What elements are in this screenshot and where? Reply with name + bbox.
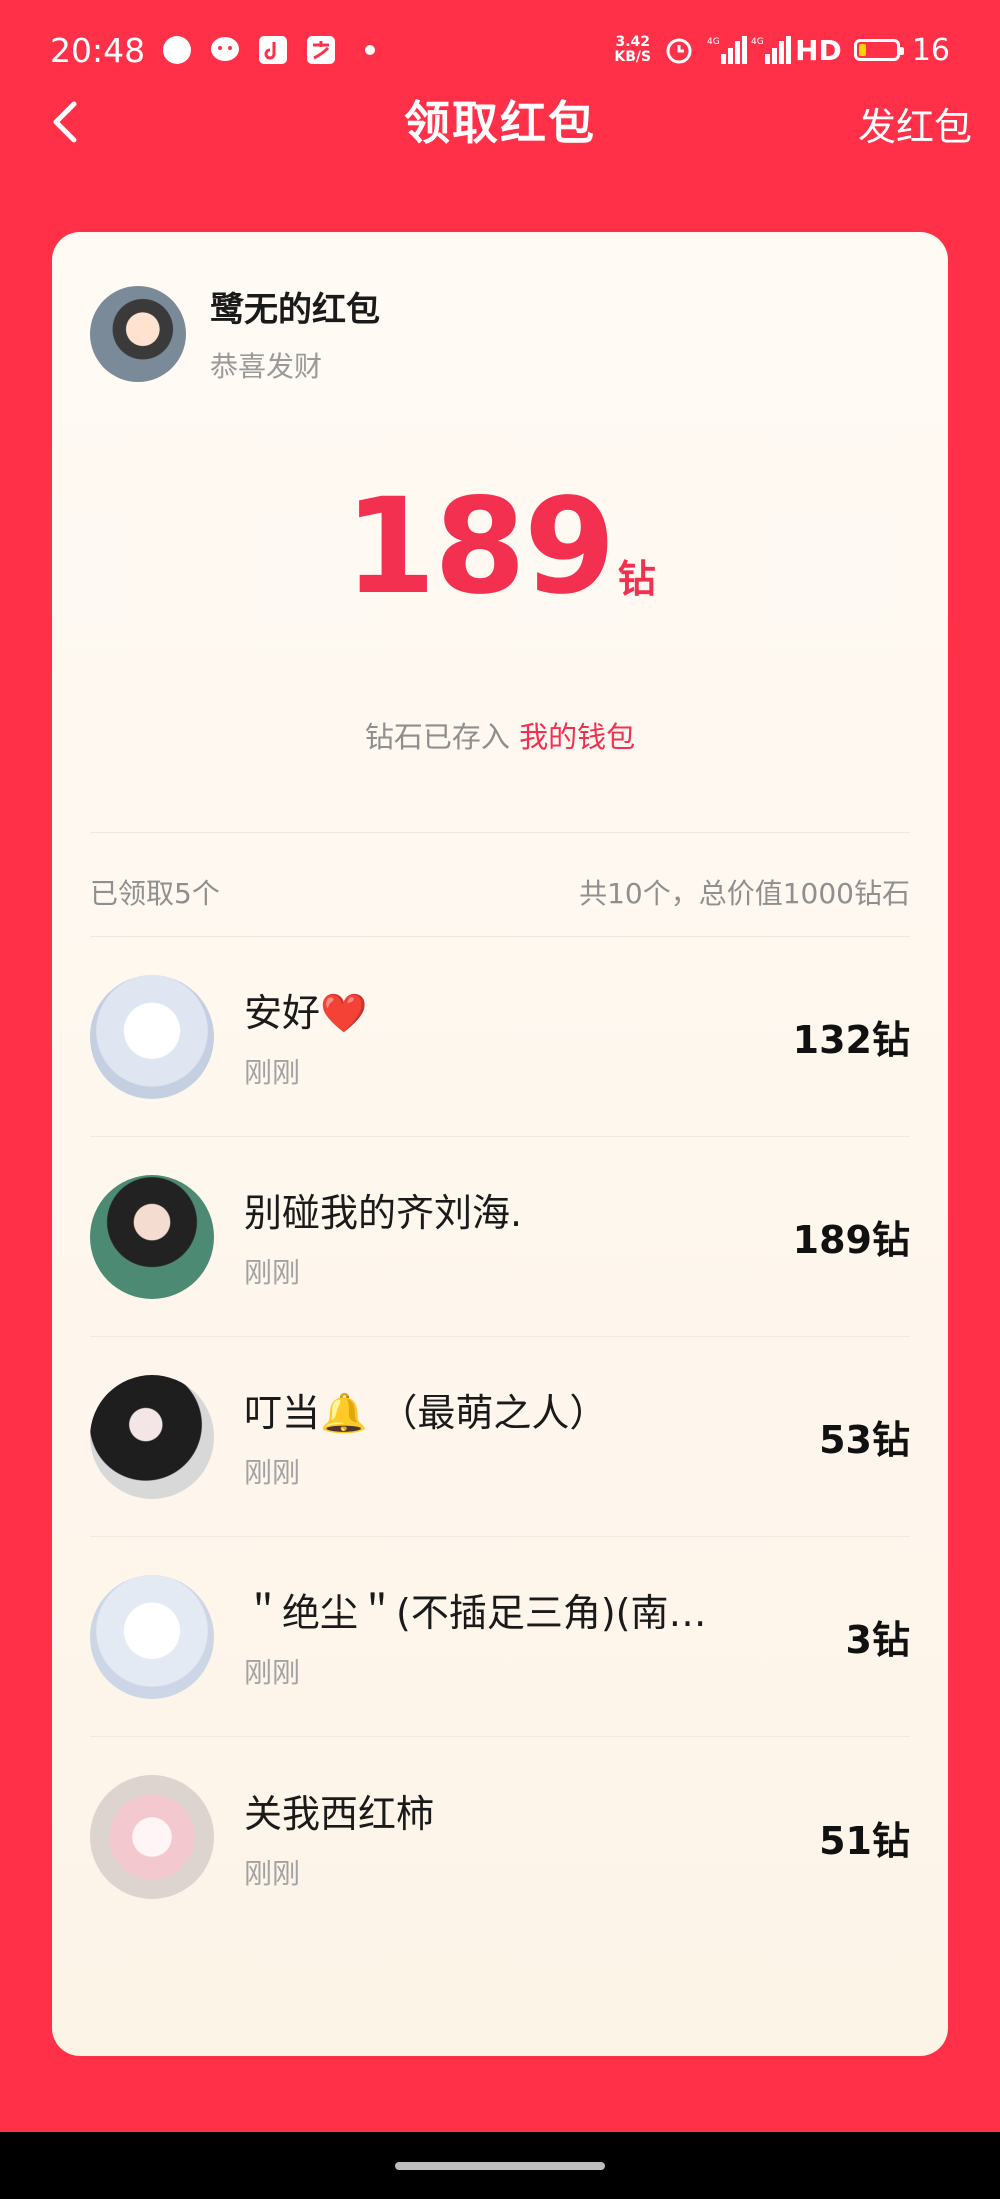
net-speed: 3.42 KB/S: [614, 35, 651, 65]
list-item[interactable]: 安好❤️ 刚刚 132钻: [90, 937, 910, 1137]
status-time: 20:48: [50, 30, 146, 70]
total-info: 共10个，总价值1000钻石: [579, 877, 910, 910]
claimer-name: 安好❤️: [244, 991, 368, 1035]
claim-info: 叮当🔔 （最萌之人） 刚刚: [244, 1382, 799, 1491]
chat-bubble-icon: [161, 34, 193, 66]
received-amount: 189 钻: [52, 470, 948, 624]
claimer-name: 关我西红柿: [244, 1791, 435, 1836]
sender-header: 鹭无的红包 恭喜发财: [90, 282, 380, 385]
avatar[interactable]: [90, 1174, 214, 1299]
avatar[interactable]: [90, 1775, 214, 1899]
claim-amount: 51钻: [819, 1818, 910, 1863]
back-button[interactable]: [44, 98, 88, 146]
claim-time: 刚刚: [244, 1256, 301, 1289]
claimer-name: ＂绝尘＂(不插足三角)(南…: [244, 1591, 707, 1635]
chevron-left-icon: [53, 101, 77, 143]
stored-notice: 钻石已存入 我的钱包: [52, 714, 948, 756]
claim-info: ＂绝尘＂(不插足三角)(南… 刚刚: [244, 1582, 826, 1691]
more-notifications-dot: [365, 45, 376, 55]
home-indicator[interactable]: [395, 2162, 605, 2170]
svg-text:4G: 4G: [751, 37, 764, 47]
sender-message: 恭喜发财: [210, 350, 323, 383]
alipay-icon: [305, 34, 337, 66]
claim-time: 刚刚: [244, 1856, 301, 1890]
claim-time: 刚刚: [244, 1456, 301, 1489]
divider: [90, 832, 910, 833]
status-right: 3.42 KB/S 4G 4G HD 16: [614, 33, 950, 68]
screen: 20:48 3.42 KB/S 4G 4G HD 16 领取红包 发红包 鹭无的…: [0, 0, 1000, 2199]
alarm-icon: [663, 34, 695, 66]
battery-level: 16: [911, 32, 950, 68]
claim-info: 安好❤️ 刚刚: [244, 982, 773, 1091]
list-item[interactable]: 别碰我的齐刘海. 刚刚 189钻: [90, 1137, 910, 1337]
net-speed-unit: KB/S: [614, 49, 652, 65]
net-speed-value: 3.42: [615, 34, 651, 50]
avatar[interactable]: [90, 1574, 214, 1699]
claim-time: 刚刚: [244, 1656, 301, 1689]
list-item[interactable]: 关我西红柿 刚刚 51钻: [90, 1737, 910, 1937]
claim-info: 别碰我的齐刘海. 刚刚: [244, 1182, 773, 1291]
amount-value: 189: [344, 470, 616, 624]
claim-list: 安好❤️ 刚刚 132钻 别碰我的齐刘海. 刚刚 189钻 叮当🔔 （最萌之人）…: [90, 937, 910, 1937]
signal-1-label: 4G: [707, 37, 720, 47]
nav-bar: 领取红包 发红包: [0, 80, 1000, 160]
claim-info: 关我西红柿 刚刚: [244, 1783, 799, 1892]
stored-text: 钻石已存入: [364, 720, 510, 754]
claim-amount: 132钻: [792, 1018, 910, 1062]
gesture-bar: [0, 2132, 1000, 2199]
my-wallet-link[interactable]: 我的钱包: [519, 720, 635, 754]
signal-4g-icon-2: 4G: [751, 34, 792, 66]
sender-name: 鹭无的红包: [210, 290, 380, 330]
claimer-name: 别碰我的齐刘海.: [244, 1191, 523, 1235]
tiktok-icon: [257, 34, 289, 66]
battery-fill: [858, 44, 866, 56]
signal-4g-icon: 4G: [707, 34, 748, 66]
sender-info: 鹭无的红包 恭喜发财: [210, 282, 380, 385]
claimer-name: 叮当🔔 （最萌之人）: [244, 1391, 608, 1435]
list-item[interactable]: ＂绝尘＂(不插足三角)(南… 刚刚 3钻: [90, 1537, 910, 1737]
red-packet-card: 鹭无的红包 恭喜发财 189 钻 钻石已存入 我的钱包 已领取5个 共10个，总价…: [52, 232, 948, 2056]
claim-summary: 已领取5个 共10个，总价值1000钻石: [90, 872, 910, 912]
amount-unit: 钻: [617, 557, 656, 601]
send-red-packet-button[interactable]: 发红包: [858, 96, 972, 151]
claim-time: 刚刚: [244, 1056, 301, 1089]
hd-indicator: HD: [795, 33, 842, 67]
avatar[interactable]: [90, 974, 214, 1099]
sender-avatar[interactable]: [90, 285, 186, 382]
claim-amount: 53钻: [819, 1418, 910, 1462]
battery-icon: [853, 39, 904, 61]
status-left: 20:48: [50, 30, 376, 70]
claim-amount: 189钻: [792, 1218, 910, 1262]
wechat-icon: [209, 34, 241, 66]
claim-amount: 3钻: [845, 1618, 910, 1662]
claimed-count: 已领取5个: [90, 877, 220, 910]
avatar[interactable]: [90, 1374, 214, 1499]
list-item[interactable]: 叮当🔔 （最萌之人） 刚刚 53钻: [90, 1337, 910, 1537]
page-title: 领取红包: [404, 96, 596, 150]
